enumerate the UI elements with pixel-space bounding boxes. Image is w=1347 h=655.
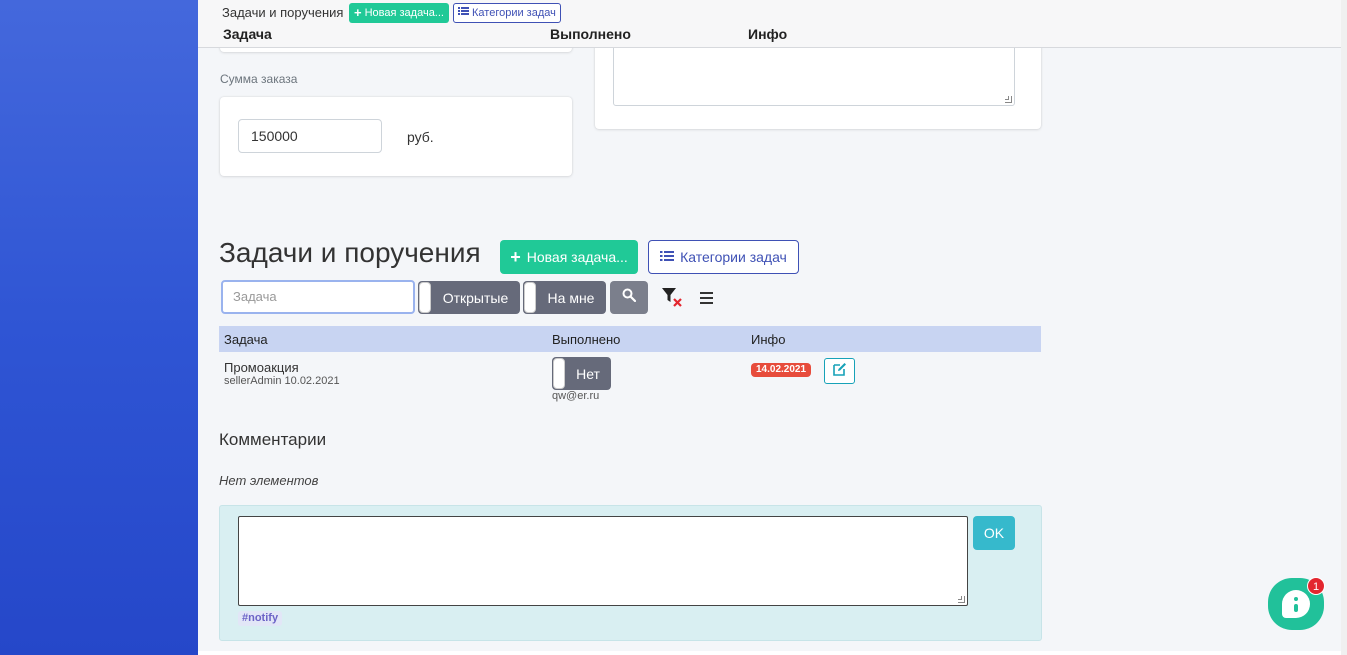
page-bottom-edge [198, 651, 1341, 655]
plus-icon: + [354, 5, 362, 20]
new-task-button[interactable]: + Новая задача... [500, 240, 638, 274]
tasks-table-header: Задача Выполнено Инфо [219, 326, 1041, 352]
sticky-tasks-header: Задачи и поручения + Новая задача... Кат… [198, 0, 1341, 48]
sticky-categories-button[interactable]: Категории задач [453, 3, 561, 23]
plus-icon: + [510, 247, 521, 267]
task-search-input[interactable]: Задача [221, 280, 415, 314]
scrollbar[interactable] [1341, 0, 1347, 655]
submit-comment-button[interactable]: OK [973, 516, 1015, 550]
tasks-title: Задачи и поручения [219, 237, 481, 268]
sticky-title: Задачи и поручения [222, 5, 344, 20]
task-assignee: qw@er.ru [552, 390, 600, 402]
edit-task-button[interactable] [824, 358, 855, 384]
task-done-toggle[interactable]: Нет [552, 357, 611, 390]
task-author: sellerAdmin 10.02.2021 [224, 375, 340, 387]
notify-tag[interactable]: #notify [238, 611, 283, 626]
sticky-col-task: Задача [223, 26, 272, 42]
sticky-categories-label: Категории задач [472, 7, 556, 19]
description-textarea[interactable] [613, 40, 1015, 106]
toggle-assigned-to-me[interactable]: На мне [523, 281, 606, 314]
sticky-new-task-label: Новая задача... [364, 7, 444, 19]
comment-textarea[interactable] [238, 516, 968, 606]
task-categories-label: Категории задач [680, 249, 787, 265]
toggle-mine-label: На мне [547, 289, 595, 306]
menu-icon[interactable] [700, 288, 718, 308]
search-icon [622, 288, 637, 307]
task-done-label: Нет [576, 365, 600, 382]
new-task-label: Новая задача... [526, 249, 628, 265]
clear-filter-button[interactable] [660, 286, 684, 310]
order-sum-label: Сумма заказа [220, 72, 298, 86]
no-comments-text: Нет элементов [219, 473, 319, 488]
list-icon [458, 4, 469, 22]
sidebar [0, 0, 198, 655]
toggle-knob [524, 282, 536, 313]
toggle-open-label: Открытые [442, 289, 509, 306]
sticky-col-info: Инфо [748, 26, 788, 42]
chat-icon [1282, 590, 1310, 618]
task-title-link[interactable]: Промоакция [224, 360, 299, 375]
edit-icon [832, 362, 847, 381]
col-info: Инфо [751, 332, 786, 347]
sticky-new-task-button[interactable]: + Новая задача... [349, 3, 449, 23]
toggle-knob [419, 282, 431, 313]
toggle-open-tasks[interactable]: Открытые [418, 281, 520, 314]
col-task: Задача [224, 332, 268, 347]
chat-notification-badge: 1 [1307, 577, 1325, 595]
order-sum-unit: руб. [407, 129, 434, 145]
search-button[interactable] [610, 281, 648, 314]
filter-clear-icon [660, 288, 684, 314]
sticky-col-done: Выполнено [550, 26, 631, 42]
toggle-knob [553, 358, 565, 389]
task-categories-button[interactable]: Категории задач [648, 240, 799, 274]
due-date-badge: 14.02.2021 [751, 363, 812, 377]
list-icon [660, 249, 675, 265]
order-sum-input[interactable]: 150000 [238, 119, 382, 153]
col-done: Выполнено [552, 332, 621, 347]
comments-title: Комментарии [219, 430, 327, 449]
